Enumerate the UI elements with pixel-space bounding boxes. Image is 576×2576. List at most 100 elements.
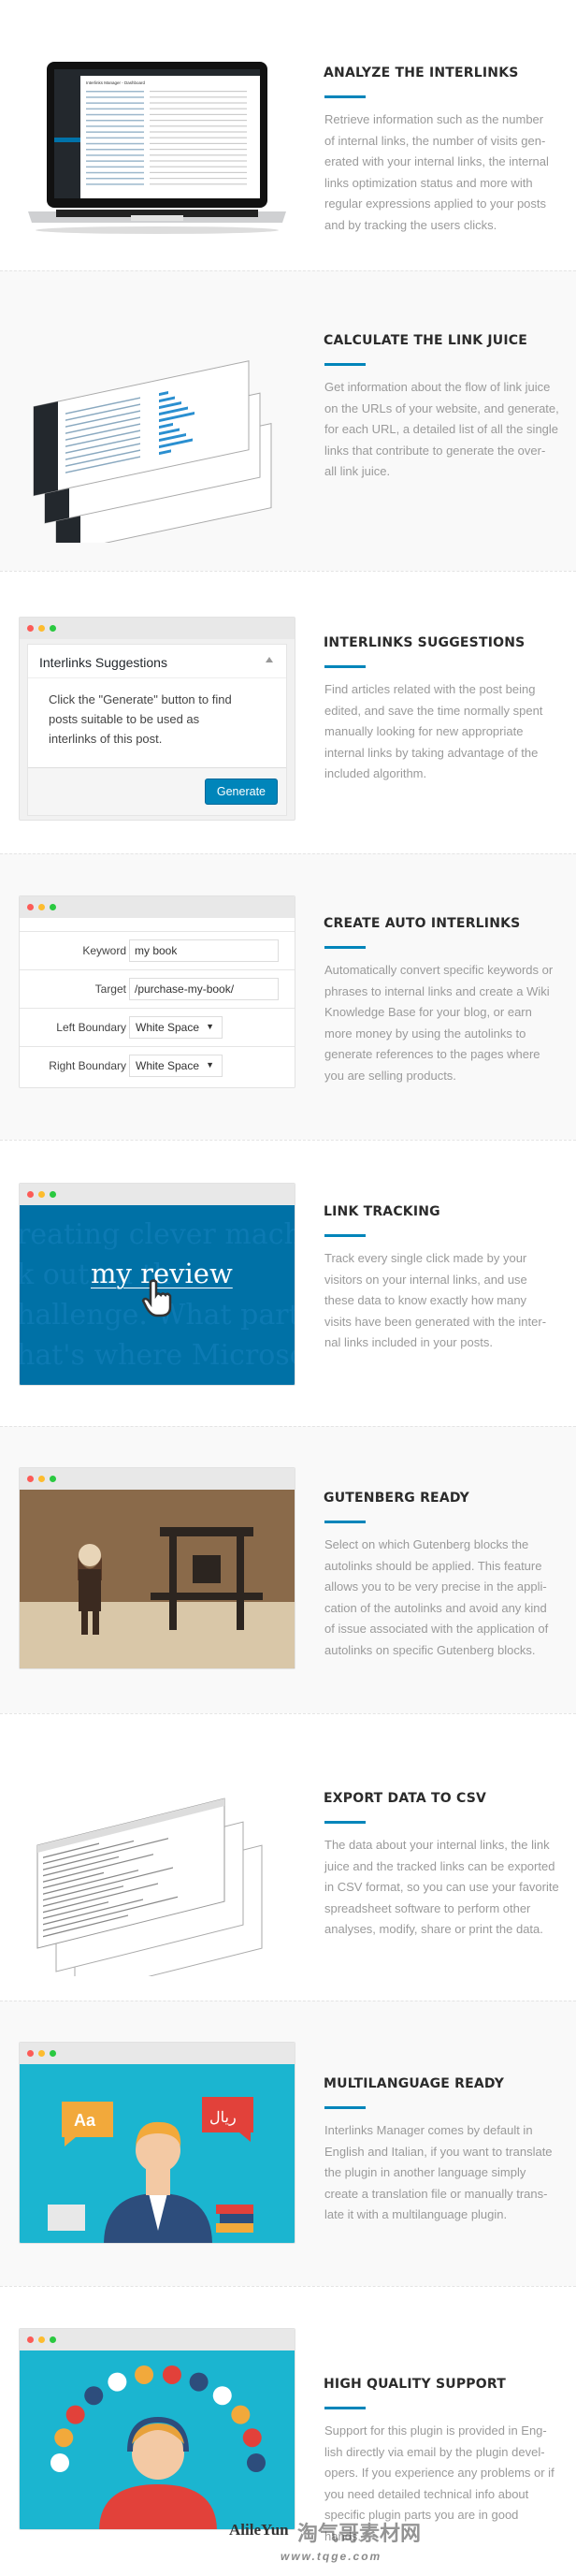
dropdown-caret-icon: ▼ (206, 1060, 214, 1070)
accent-divider (324, 1821, 366, 1824)
laptop-dashboard-image: Interlinks Manager - Dashboard (28, 62, 286, 234)
interlinks-suggestions-window: Interlinks Suggestions Click the "Genera… (19, 617, 295, 821)
feature-description-line: internal links by taking advantage of th… (324, 745, 539, 760)
background-text-line: reating clever machin (20, 1218, 295, 1251)
target-input[interactable]: /purchase-my-book/ (129, 978, 279, 1000)
form-row: Right Boundary White Space ▼ (20, 1046, 295, 1084)
feature-description-line: these data to know exactly how many (324, 1293, 527, 1307)
close-dot-icon (27, 2050, 34, 2057)
feature-description-line: edited, and save the time normally spent (324, 703, 543, 718)
feature-description-line: manually looking for new appropriate (324, 724, 524, 738)
feature-heading: HIGH QUALITY SUPPORT (324, 2377, 506, 2392)
feature-description-line: in CSV format, so you can use your favor… (324, 1880, 559, 1894)
autolink-form-window: Keyword my book Target/purchase-my-book/Le… (19, 895, 295, 1088)
feature-description-line: all link juice. (324, 464, 391, 478)
feature-description-line: lish directly via email by the plugin de… (324, 2444, 545, 2459)
left-boundary-select[interactable]: White Space ▼ (129, 1016, 223, 1039)
maximize-dot-icon (50, 2336, 56, 2343)
close-dot-icon (27, 1476, 34, 1482)
maximize-dot-icon (50, 904, 56, 910)
gutenberg-press-illustration (20, 1490, 295, 1668)
background-text-line: hat's where Microsoft (20, 1339, 295, 1372)
feature-description-line: The data about your internal links, the … (324, 1838, 550, 1852)
feature-description-line: links optimization status and more with (324, 175, 533, 190)
feature-description-line: included algorithm. (324, 766, 427, 780)
feature-description-line: Automatically convert specific keywords … (324, 963, 554, 977)
accent-divider (324, 2407, 366, 2409)
metabox-text-line: interlinks of this post. (49, 732, 163, 746)
form-row: Left Boundary White Space ▼ (20, 1008, 295, 1046)
feature-description-line: generate references to the pages where (324, 1047, 540, 1061)
feature-heading: MULTILANGUAGE READY (324, 2076, 505, 2091)
link-tracking-window: reating clever machink out on thhallenge… (19, 1183, 295, 1386)
feature-description-line: allows you to be very precise in the app… (324, 1579, 547, 1594)
feature-description-line: autolinks on specific Gutenberg blocks. (324, 1642, 536, 1657)
support-window (19, 2328, 295, 2530)
multilanguage-window: Aa ريال (19, 2042, 295, 2244)
accent-divider (324, 1521, 366, 1523)
close-dot-icon (27, 1191, 34, 1198)
watermark-brand: AlileYun (229, 2521, 289, 2539)
field-label: Keyword (82, 944, 126, 957)
feature-description-line: Interlinks Manager comes by default in (324, 2123, 533, 2137)
minimize-dot-icon (38, 625, 45, 632)
csv-export-screens-image (36, 1797, 263, 1976)
feature-heading: CREATE AUTO INTERLINKS (324, 916, 521, 931)
feature-description-line: cation of the autolinks and avoid any ki… (324, 1600, 547, 1615)
right-boundary-select[interactable]: White Space ▼ (129, 1055, 223, 1077)
feature-description-line: you are selling products. (324, 1068, 456, 1083)
feature-description-line: late it with a multilanguage plugin. (324, 2207, 508, 2221)
minimize-dot-icon (38, 1191, 45, 1198)
feature-section: Interlinks Manager - Dashboard ANALYZE T… (0, 0, 576, 270)
close-dot-icon (27, 2336, 34, 2343)
feature-description-line: juice and the tracked links can be expor… (324, 1858, 555, 1873)
minimize-dot-icon (38, 2336, 45, 2343)
feature-description-line: regular expressions applied to your post… (324, 196, 547, 211)
collapse-arrow-icon[interactable] (266, 657, 273, 662)
close-dot-icon (27, 904, 34, 910)
feature-heading: CALCULATE THE LINK JUICE (324, 333, 528, 348)
maximize-dot-icon (50, 1191, 56, 1198)
close-dot-icon (27, 625, 34, 632)
feature-description-line: Retrieve information such as the number (324, 112, 544, 126)
feature-heading: ANALYZE THE INTERLINKS (324, 65, 519, 80)
field-label: Target (94, 982, 126, 996)
field-label: Right Boundary (49, 1059, 126, 1072)
accent-divider (324, 1234, 366, 1237)
feature-heading: EXPORT DATA TO CSV (324, 1791, 487, 1806)
accent-divider (324, 665, 366, 668)
feature-description-line: analyses, modify, share or print the dat… (324, 1922, 543, 1936)
maximize-dot-icon (50, 2050, 56, 2057)
arabic-bubble-text: ريال (209, 2110, 237, 2126)
feature-description-line: the plugin in another language simply (324, 2165, 526, 2179)
feature-description-line: visits have been generated with the inte… (324, 1314, 547, 1329)
feature-section: EXPORT DATA TO CSV The data about your in… (0, 1713, 576, 2001)
form-row: Target/purchase-my-book/ (20, 969, 295, 1008)
feature-section: GUTENBERG READY Select on which Gutenberg… (0, 1426, 576, 1713)
minimize-dot-icon (38, 1476, 45, 1482)
accent-divider (324, 946, 366, 949)
support-illustration (20, 2350, 295, 2529)
form-row: Keyword my book (20, 931, 295, 969)
feature-description-line: on the URLs of your website, and generat… (324, 400, 559, 415)
feature-description-line: erated with your internal links, the int… (324, 154, 549, 168)
feature-description-line: visitors on your internal links, and use (324, 1272, 527, 1287)
accent-divider (324, 95, 366, 98)
laptop-screen-title: Interlinks Manager - Dashboard (86, 80, 146, 85)
metabox-text-line: Click the "Generate" button to find (49, 692, 232, 706)
feature-heading: INTERLINKS SUGGESTIONS (324, 635, 526, 650)
feature-description-line: Knowledge Base for your blog, or earn (324, 1005, 532, 1019)
keyword-input[interactable]: my book (129, 939, 279, 962)
dropdown-caret-icon: ▼ (206, 1022, 214, 1031)
feature-section: reating clever machink out on thhallenge… (0, 1140, 576, 1426)
feature-description-line: autolinks should be applied. This featur… (324, 1558, 542, 1573)
feature-description-line: spreadsheet software to perform other (324, 1900, 531, 1915)
gutenberg-window (19, 1467, 295, 1669)
feature-description-line: Select on which Gutenberg blocks the (324, 1537, 529, 1551)
field-label: Left Boundary (56, 1021, 126, 1034)
feature-section: Aa ريال MULTILANGUAGE READY Interlinks Ma… (0, 2001, 576, 2286)
feature-description-line: English and Italian, if you want to tran… (324, 2144, 553, 2159)
generate-button[interactable]: Generate (204, 779, 278, 805)
feature-description-line: nal links included in your posts. (324, 1335, 493, 1349)
minimize-dot-icon (38, 2050, 45, 2057)
